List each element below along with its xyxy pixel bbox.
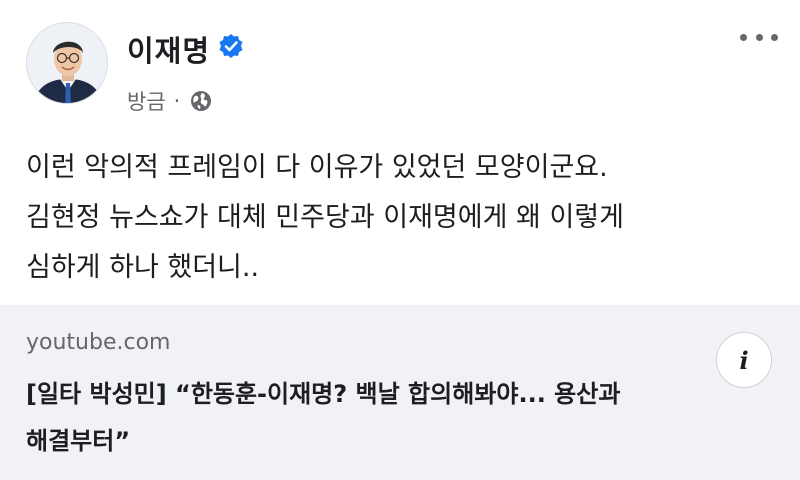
meta-separator: ·	[173, 89, 181, 113]
author-name[interactable]: 이재명	[127, 28, 210, 70]
link-domain: youtube.com	[26, 330, 171, 355]
post-text: 이런 악의적 프레임이 다 이유가 있었던 모양이군요. 김현정 뉴스쇼가 대체…	[26, 143, 766, 293]
globe-icon	[191, 91, 212, 111]
more-dot-icon	[771, 33, 778, 41]
info-button[interactable]: i	[716, 332, 772, 388]
link-title-line: 해결부터”	[26, 427, 131, 455]
info-icon: i	[739, 345, 749, 375]
more-dot-icon	[740, 33, 747, 41]
link-title-line: [일타 박성민] “한동훈-이재명? 백날 합의해봐야... 용산과	[26, 380, 621, 408]
post-text-line: 김현정 뉴스쇼가 대체 민주당과 이재명에게 왜 이렇게	[26, 202, 624, 233]
post-text-line: 이런 악의적 프레임이 다 이유가 있었던 모양이군요.	[26, 152, 608, 183]
more-dot-icon	[755, 33, 763, 41]
verified-badge-icon	[219, 34, 243, 58]
avatar[interactable]	[26, 22, 108, 104]
link-preview-card[interactable]: youtube.com [일타 박성민] “한동훈-이재명? 백날 합의해봐야.…	[0, 305, 800, 480]
post-text-line: 심하게 하나 했더니..	[26, 252, 260, 283]
link-title[interactable]: [일타 박성민] “한동훈-이재명? 백날 합의해봐야... 용산과 해결부터”	[26, 371, 716, 465]
post-meta: 방금 ·	[127, 86, 212, 116]
post-timestamp[interactable]: 방금	[127, 86, 166, 116]
post-header: 이재명 방금 ·	[0, 0, 800, 130]
profile-photo	[27, 23, 107, 103]
more-options-button[interactable]	[736, 24, 782, 50]
